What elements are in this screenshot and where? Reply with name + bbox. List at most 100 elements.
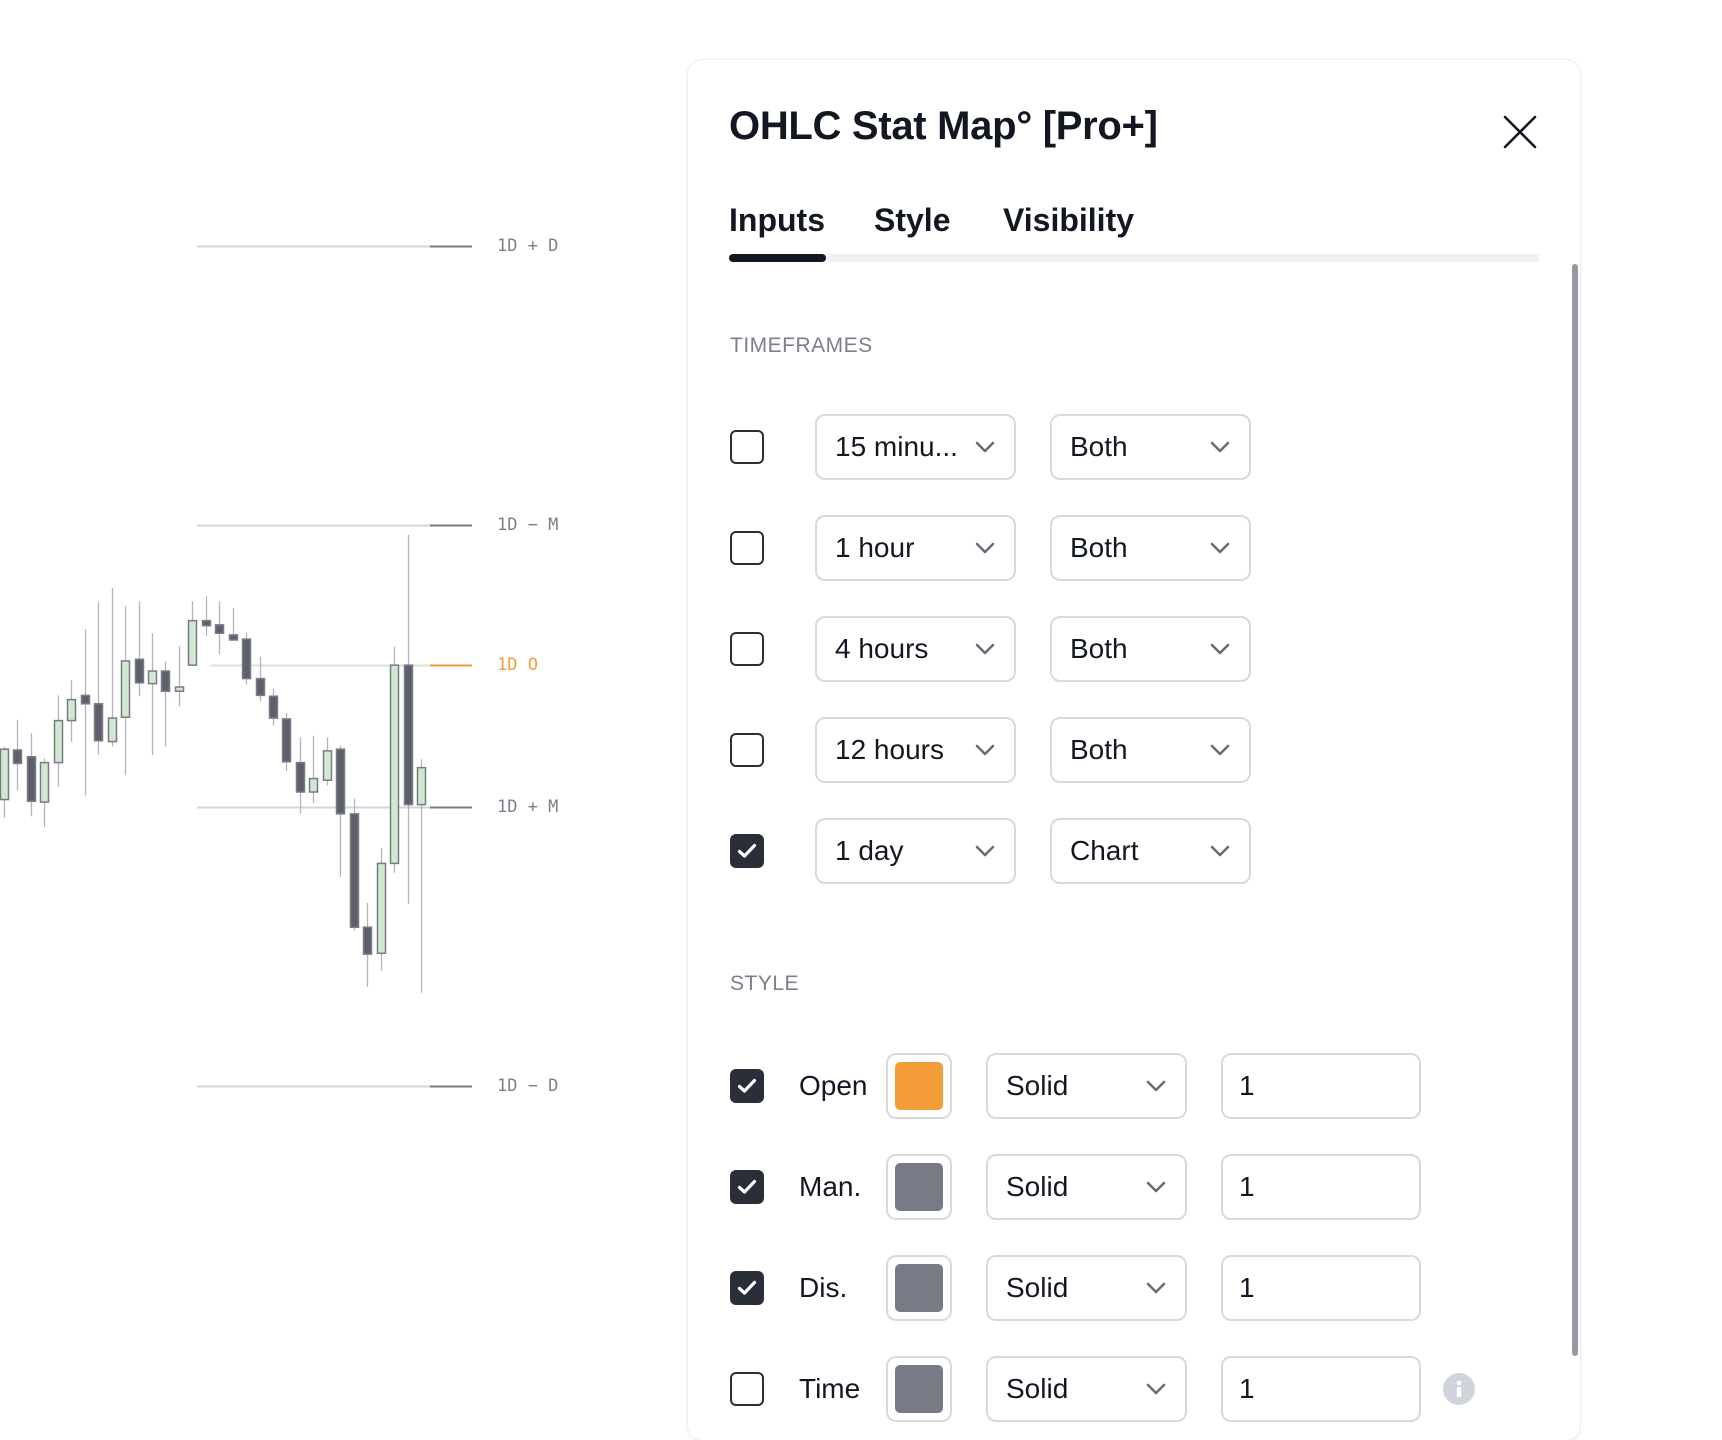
- scrollbar[interactable]: [1572, 264, 1578, 1356]
- chevron-down-icon: [975, 643, 995, 655]
- timeframe-checkbox[interactable]: [730, 834, 764, 868]
- candle-body-bullish: [39, 761, 50, 803]
- candle-body-bullish: [147, 670, 158, 685]
- line-style-select-value: Solid: [1006, 1171, 1069, 1202]
- candle-body-bullish: [0, 748, 10, 801]
- candle-body-bullish: [322, 750, 333, 781]
- timeframe-select[interactable]: 12 hours: [815, 717, 1016, 783]
- timeframe-checkbox[interactable]: [730, 430, 764, 464]
- candle-body-bullish: [66, 698, 77, 722]
- candle-body-bullish: [308, 777, 319, 793]
- candle-body-bearish: [255, 677, 266, 697]
- display-mode-select-value: Chart: [1070, 835, 1139, 866]
- style-row-checkbox[interactable]: [730, 1170, 764, 1204]
- candle-body-bearish: [228, 634, 239, 641]
- display-mode-select[interactable]: Chart: [1050, 818, 1251, 884]
- timeframe-select[interactable]: 1 day: [815, 818, 1016, 884]
- style-row-checkbox[interactable]: [730, 1069, 764, 1103]
- dialog-title: OHLC Stat Map° [Pro+]: [729, 104, 1158, 148]
- color-swatch: [895, 1062, 943, 1110]
- chevron-down-icon: [1210, 845, 1230, 857]
- display-mode-select[interactable]: Both: [1050, 616, 1251, 682]
- candle-body-bearish: [349, 813, 360, 928]
- chevron-down-icon: [1210, 744, 1230, 756]
- tab-visibility[interactable]: Visibility: [1003, 202, 1134, 239]
- style-row-label: Dis.: [799, 1272, 848, 1303]
- candle-body-bullish: [174, 686, 185, 692]
- chart-area[interactable]: 1D + D 1D − M 1D O 1D + M 1D − D: [0, 0, 680, 1402]
- timeframe-select[interactable]: 15 minu...: [815, 414, 1016, 480]
- line-style-select[interactable]: Solid: [986, 1053, 1187, 1119]
- display-mode-select[interactable]: Both: [1050, 414, 1251, 480]
- display-mode-select-value: Both: [1070, 633, 1128, 664]
- candle-body-bearish: [214, 624, 225, 634]
- price-level-label: 1D O: [497, 655, 538, 676]
- candle-body-bearish: [134, 658, 145, 684]
- line-width-input[interactable]: [1221, 1154, 1421, 1220]
- info-icon[interactable]: [1443, 1373, 1475, 1405]
- style-row-label: Time: [799, 1373, 861, 1404]
- candle-body-bearish: [12, 749, 23, 765]
- candle-body-bearish: [335, 748, 346, 815]
- checkmark-icon: [737, 1078, 757, 1093]
- display-mode-select[interactable]: Both: [1050, 717, 1251, 783]
- chevron-down-icon: [975, 542, 995, 554]
- line-style-select-value: Solid: [1006, 1272, 1069, 1303]
- candlestick-chart[interactable]: [0, 0, 680, 1402]
- style-row-checkbox[interactable]: [730, 1372, 764, 1406]
- line-width-input[interactable]: [1221, 1053, 1421, 1119]
- timeframes-section-title: TIMEFRAMES: [730, 334, 873, 357]
- display-mode-select[interactable]: Both: [1050, 515, 1251, 581]
- line-style-select-value: Solid: [1006, 1373, 1069, 1404]
- tab-style[interactable]: Style: [874, 202, 950, 239]
- candle-body-bearish: [403, 664, 414, 806]
- line-style-select[interactable]: Solid: [986, 1255, 1187, 1321]
- candle-body-bearish: [160, 670, 171, 692]
- timeframe-select[interactable]: 4 hours: [815, 616, 1016, 682]
- display-mode-select-value: Both: [1070, 532, 1128, 563]
- display-mode-select-value: Both: [1070, 431, 1128, 462]
- candle-body-bearish: [241, 638, 252, 680]
- active-tab-indicator: [729, 254, 826, 262]
- chevron-down-icon: [1146, 1383, 1166, 1395]
- candle-body-bullish: [187, 619, 198, 666]
- candle-body-bearish: [26, 755, 37, 802]
- line-style-select[interactable]: Solid: [986, 1154, 1187, 1220]
- candle-body-bearish: [295, 761, 306, 793]
- candle-body-bearish: [362, 926, 373, 955]
- timeframe-select-value: 1 hour: [835, 532, 915, 563]
- indicator-settings-dialog: OHLC Stat Map° [Pro+] Inputs Style Visib…: [688, 60, 1580, 1440]
- price-level-label: 1D + M: [497, 797, 559, 818]
- timeframe-checkbox[interactable]: [730, 632, 764, 666]
- timeframe-checkbox[interactable]: [730, 531, 764, 565]
- checkmark-icon: [737, 1179, 757, 1194]
- chevron-down-icon: [1210, 441, 1230, 453]
- candle-body-bearish: [201, 619, 212, 627]
- timeframe-checkbox[interactable]: [730, 733, 764, 767]
- candle-body-bullish: [416, 766, 427, 806]
- close-button[interactable]: [1498, 110, 1542, 154]
- display-mode-select-value: Both: [1070, 734, 1128, 765]
- chevron-down-icon: [975, 441, 995, 453]
- chevron-down-icon: [975, 845, 995, 857]
- candle-body-bearish: [268, 695, 279, 719]
- timeframe-select[interactable]: 1 hour: [815, 515, 1016, 581]
- color-picker-button[interactable]: [886, 1053, 952, 1119]
- price-level-label: 1D − M: [497, 514, 559, 535]
- tab-inputs[interactable]: Inputs: [729, 202, 825, 239]
- style-row-checkbox[interactable]: [730, 1271, 764, 1305]
- line-style-select[interactable]: Solid: [986, 1356, 1187, 1422]
- candle-body-bullish: [107, 717, 118, 743]
- color-picker-button[interactable]: [886, 1255, 952, 1321]
- info-glyph: [1456, 1380, 1462, 1397]
- timeframe-select-value: 12 hours: [835, 734, 944, 765]
- candle-body-bullish: [120, 660, 131, 718]
- line-width-input[interactable]: [1221, 1255, 1421, 1321]
- chevron-down-icon: [1210, 643, 1230, 655]
- color-picker-button[interactable]: [886, 1356, 952, 1422]
- candle-body-bearish: [93, 703, 104, 742]
- line-width-input[interactable]: [1221, 1356, 1421, 1422]
- style-row-label: Man.: [799, 1171, 862, 1202]
- chevron-down-icon: [1146, 1282, 1166, 1294]
- color-picker-button[interactable]: [886, 1154, 952, 1220]
